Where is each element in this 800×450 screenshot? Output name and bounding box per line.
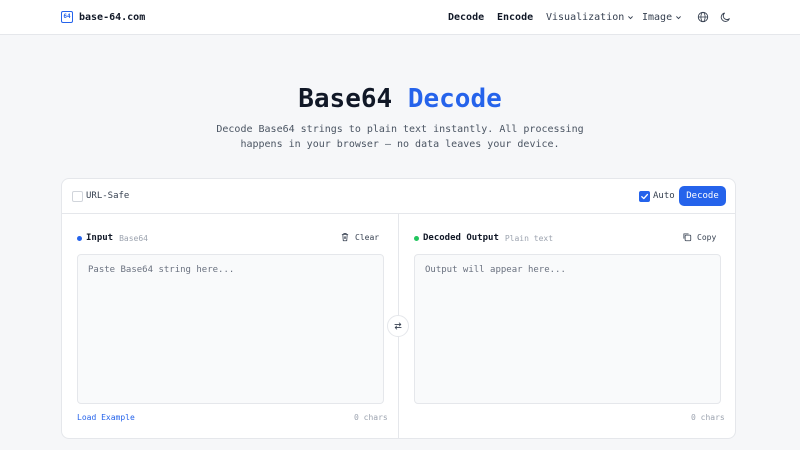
output-char-count: 0 chars [691,413,725,422]
site-logo[interactable]: 64 base-64.com [61,11,145,23]
clear-button[interactable]: Clear [340,232,379,242]
swap-button[interactable] [387,315,409,337]
logo-text: base-64.com [79,11,146,23]
moon-icon[interactable] [720,11,732,23]
url-safe-checkbox[interactable] [72,191,83,202]
top-navbar: 64 base-64.com Decode Encode Visualizati… [0,0,800,35]
page-description-line-2: happens in your browser — no data leaves… [240,139,560,150]
chevron-down-icon [628,16,634,20]
auto-label: Auto [653,191,675,201]
auto-checkbox[interactable] [639,191,650,202]
copy-icon [683,233,692,242]
output-status-dot [414,235,419,241]
decoder-toolbar: URL-Safe Auto Decode [62,179,735,214]
decoded-output[interactable] [414,254,721,404]
nav-link-visualization-label: Visualization [546,12,625,23]
output-title: Decoded Output [423,233,499,243]
nav-link-visualization[interactable]: Visualization [546,12,634,23]
url-safe-label: URL-Safe [86,191,130,201]
input-status-dot [77,235,82,241]
base64-input[interactable] [77,254,384,404]
output-header: Decoded Output Plain text [414,233,553,243]
page-title: Base64 Decode [0,83,800,115]
nav-link-decode-label: Decode [448,12,485,23]
nav-link-decode[interactable]: Decode [448,12,484,23]
copy-button-label: Copy [697,232,717,242]
nav-link-image-label: Image [642,12,673,23]
input-char-count: 0 chars [354,413,388,422]
page-title-main: Base64 [298,84,393,114]
output-subtitle: Plain text [504,233,554,243]
load-example-link[interactable]: Load Example [77,413,135,422]
input-subtitle: Base64 [119,233,148,243]
input-title: Input [86,233,114,243]
clear-button-label: Clear [355,232,380,242]
checkmark-icon [641,193,649,200]
input-header: Input Base64 [77,233,148,243]
trash-icon [341,233,349,242]
page-title-accent: Decode [407,84,502,114]
chevron-down-icon [676,16,682,20]
page-description: Decode Base64 strings to plain text inst… [0,122,800,152]
copy-button[interactable]: Copy [682,232,716,242]
page-description-line-1: Decode Base64 strings to plain text inst… [216,124,584,135]
globe-icon[interactable] [697,11,709,23]
nav-link-encode-label: Encode [497,12,534,23]
nav-link-encode[interactable]: Encode [497,12,533,23]
logo-badge-icon: 64 [61,11,73,23]
decoder-panel: URL-Safe Auto Decode Input Base64 Clear … [61,178,736,439]
swap-arrows-icon [394,322,402,330]
nav-link-image[interactable]: Image [642,12,682,23]
decode-button[interactable]: Decode [679,186,726,206]
